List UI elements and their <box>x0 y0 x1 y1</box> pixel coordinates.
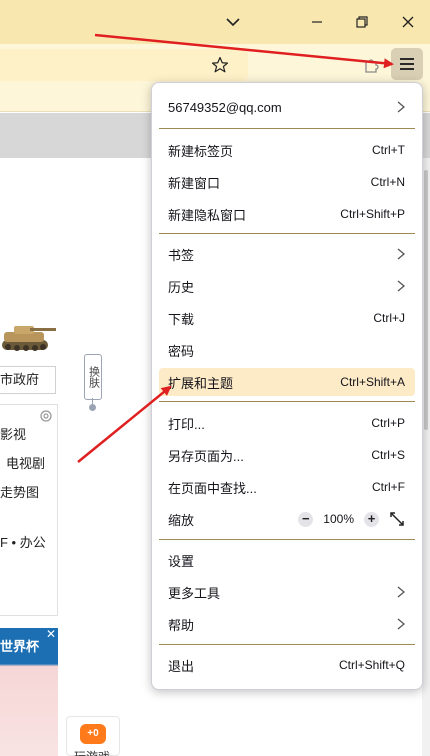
menu-item-new-window[interactable]: 新建窗口 Ctrl+N <box>159 168 415 196</box>
nav-link-movies[interactable]: 影视 <box>0 424 26 443</box>
star-icon <box>211 56 229 73</box>
menu-item-quit[interactable]: 退出 Ctrl+Shift+Q <box>159 651 415 679</box>
game-icon: +0 <box>80 724 106 744</box>
minimize-button[interactable] <box>303 8 331 36</box>
zoom-reset-button[interactable]: 100% <box>323 512 354 526</box>
shortcut-label: Ctrl+J <box>373 311 405 325</box>
shortcut-label: Ctrl+S <box>371 448 405 462</box>
shortcut-label: Ctrl+Shift+Q <box>338 658 405 672</box>
shortcut-label: Ctrl+F <box>372 480 405 494</box>
game-label: 玩游戏 <box>74 748 110 756</box>
menu-item-history[interactable]: 历史 <box>159 272 415 300</box>
menu-item-save-page[interactable]: 另存页面为... Ctrl+S <box>159 441 415 469</box>
shortcut-label: Ctrl+Shift+A <box>340 375 405 389</box>
menu-separator <box>159 644 415 645</box>
chevron-right-icon <box>397 101 405 113</box>
nav-link-trend[interactable]: 走势图 <box>0 482 39 501</box>
menu-item-help[interactable]: 帮助 <box>159 610 415 638</box>
menu-separator <box>159 233 415 234</box>
shortcut-label: Ctrl+N <box>370 175 405 189</box>
menu-item-settings[interactable]: 设置 <box>159 546 415 574</box>
menu-item-downloads[interactable]: 下载 Ctrl+J <box>159 304 415 332</box>
restore-button[interactable] <box>348 8 376 36</box>
menu-item-print[interactable]: 打印... Ctrl+P <box>159 409 415 437</box>
menu-item-addons-themes[interactable]: 扩展和主题 Ctrl+Shift+A <box>159 368 415 396</box>
zoom-controls: − 100% + <box>298 511 405 527</box>
chevron-right-icon <box>397 618 405 630</box>
puzzle-icon <box>365 59 379 73</box>
chevron-right-icon <box>397 280 405 292</box>
menu-item-passwords[interactable]: 密码 <box>159 336 415 364</box>
nav-link-office[interactable]: F • 办公 <box>0 532 46 551</box>
hamburger-icon <box>400 58 414 60</box>
menu-separator <box>159 128 415 129</box>
scrollbar-thumb[interactable] <box>424 170 428 430</box>
chevron-down-icon <box>226 18 240 27</box>
shortcut-label: Ctrl+Shift+P <box>340 207 405 221</box>
chevron-right-icon <box>397 586 405 598</box>
chevron-right-icon <box>397 248 405 260</box>
skin-dot <box>89 404 96 411</box>
zoom-out-button[interactable]: − <box>298 511 314 527</box>
close-window-button[interactable] <box>394 8 422 36</box>
nav-link-tv[interactable]: 电视剧 <box>6 453 45 472</box>
minimize-icon <box>312 21 322 23</box>
fullscreen-icon[interactable] <box>389 511 405 527</box>
city-link[interactable]: 市政府 <box>0 366 56 394</box>
list-all-tabs-button[interactable] <box>219 8 247 36</box>
menu-item-bookmarks[interactable]: 书签 <box>159 240 415 268</box>
menu-item-account[interactable]: 56749352@qq.com <box>159 93 415 121</box>
extensions-button[interactable] <box>358 52 384 78</box>
tank-image <box>2 326 56 351</box>
banner-title: 世界杯 <box>0 639 40 654</box>
menu-separator <box>159 401 415 402</box>
menu-item-zoom: 缩放 − 100% + <box>159 505 415 533</box>
menu-item-find-in-page[interactable]: 在页面中查找... Ctrl+F <box>159 473 415 501</box>
skin-switch-button[interactable]: 换肤 <box>84 354 102 400</box>
menu-separator <box>159 539 415 540</box>
menu-item-new-private-window[interactable]: 新建隐私窗口 Ctrl+Shift+P <box>159 200 415 228</box>
menu-item-more-tools[interactable]: 更多工具 <box>159 578 415 606</box>
account-email: 56749352@qq.com <box>168 99 282 115</box>
gear-icon[interactable] <box>38 408 54 424</box>
shortcut-label: Ctrl+P <box>371 416 405 430</box>
bookmark-star-button[interactable] <box>206 52 234 78</box>
menu-item-new-tab[interactable]: 新建标签页 Ctrl+T <box>159 136 415 164</box>
shortcut-label: Ctrl+T <box>372 143 405 157</box>
app-menu-button[interactable] <box>391 48 423 80</box>
banner-close-icon[interactable]: ✕ <box>46 628 58 640</box>
zoom-in-button[interactable]: + <box>364 511 379 527</box>
close-icon <box>402 16 414 28</box>
restore-icon <box>356 16 368 28</box>
